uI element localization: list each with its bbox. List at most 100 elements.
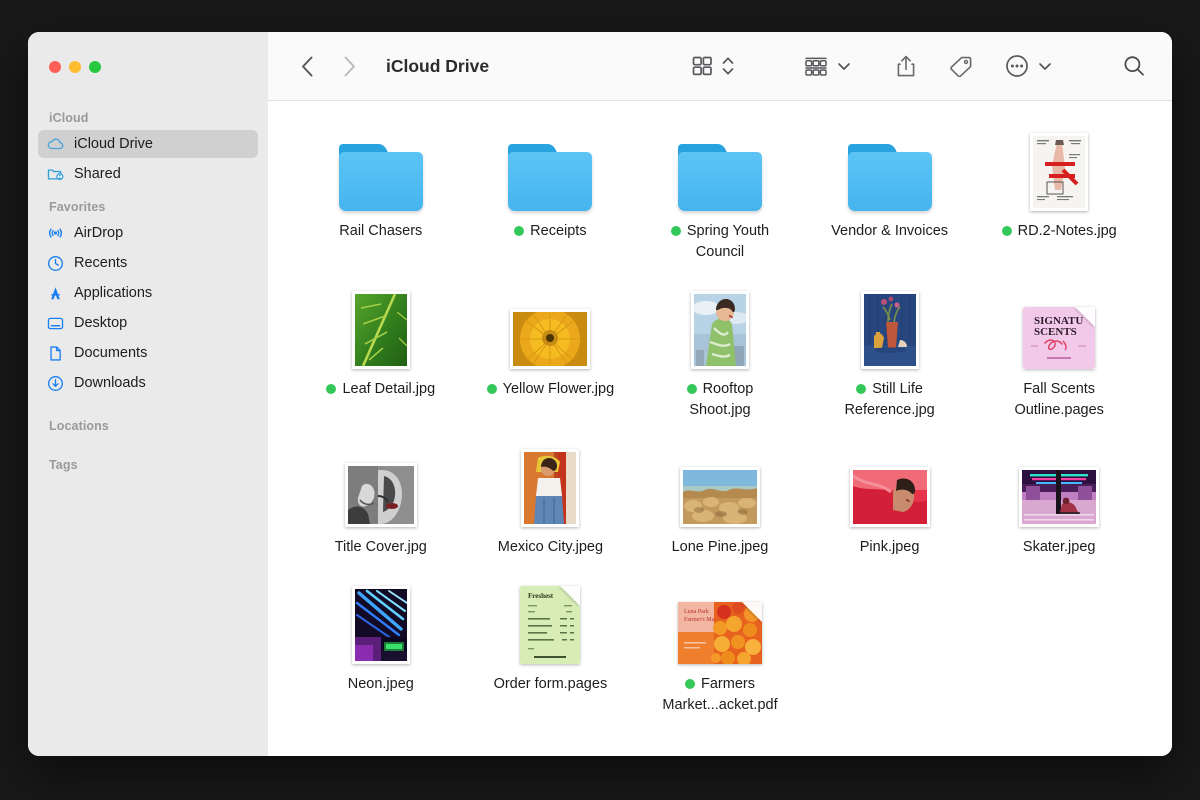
thumbnail <box>677 129 762 211</box>
file-label: Neon.jpeg <box>347 676 414 692</box>
thumbnail <box>338 129 423 211</box>
file-label: Title Cover.jpg <box>334 539 427 555</box>
file-label: RD.2-Notes.jpg <box>1001 221 1117 242</box>
sidebar-item-documents[interactable]: Documents <box>38 339 258 367</box>
document-icon <box>46 344 65 363</box>
tag-dot-green <box>684 679 695 689</box>
file-item[interactable]: Receipts <box>466 123 636 263</box>
file-label: Lone Pine.jpeg <box>671 539 769 555</box>
file-item[interactable]: Spring Youth Council <box>635 123 805 263</box>
file-item[interactable]: Vendor & Invoices <box>805 123 975 263</box>
file-label: Still Life Reference.jpg <box>844 381 935 418</box>
tag-dot-green <box>514 226 525 236</box>
file-label: Spring Youth Council <box>654 221 786 263</box>
file-item[interactable]: RD.2-Notes.jpg <box>974 123 1144 263</box>
tag-dot-green <box>686 384 697 394</box>
page-title: iCloud Drive <box>386 55 490 76</box>
image-thumbnail-stilllife <box>860 291 919 369</box>
thumbnail <box>847 129 932 211</box>
toolbar: iCloud Drive <box>268 32 1172 101</box>
close-button[interactable] <box>49 60 61 73</box>
sidebar-item-label: Downloads <box>74 375 146 391</box>
thumbnail <box>351 582 410 664</box>
sidebar-item-icloud-drive[interactable]: iCloud Drive <box>38 130 258 158</box>
file-item[interactable]: Rooftop Shoot.jpg <box>635 281 805 421</box>
forward-button[interactable] <box>336 51 362 81</box>
image-thumbnail-neon <box>351 586 410 664</box>
file-item[interactable]: Leaf Detail.jpg <box>296 281 466 421</box>
group-by-chevron-down-icon[interactable] <box>837 59 851 73</box>
pdf-document-icon: Luna Park Farmer's Market <box>677 602 762 666</box>
sidebar-item-recents[interactable]: Recents <box>38 249 258 277</box>
view-mode-control[interactable] <box>687 49 734 83</box>
file-item[interactable]: Lone Pine.jpeg <box>635 439 805 558</box>
file-item[interactable]: SIGNATU SCENTS Fall Scents Outline.pages <box>974 281 1144 421</box>
more-control[interactable] <box>1001 49 1052 83</box>
tag-icon[interactable] <box>945 49 977 83</box>
pages-document-icon: SIGNATU SCENTS <box>1023 307 1096 369</box>
more-ellipsis-icon[interactable] <box>1001 49 1033 83</box>
folder-icon <box>508 144 593 211</box>
thumbnail: SIGNATU SCENTS <box>1023 287 1096 369</box>
sidebar-item-label: Recents <box>74 255 128 271</box>
sidebar-item-airdrop[interactable]: AirDrop <box>38 219 258 247</box>
file-item[interactable]: Pink.jpeg <box>805 439 975 558</box>
file-label: Yellow Flower.jpg <box>486 379 614 400</box>
svg-text:Luna Park: Luna Park <box>684 609 709 615</box>
file-label: Order form.pages <box>493 676 608 692</box>
file-item[interactable]: Luna Park Farmer's Market Farmers Market… <box>635 576 805 716</box>
file-item[interactable]: Yellow Flower.jpg <box>466 281 636 421</box>
svg-text:SCENTS: SCENTS <box>1034 326 1077 338</box>
search-icon[interactable] <box>1118 49 1150 83</box>
file-label: Skater.jpeg <box>1022 539 1096 555</box>
file-item[interactable]: Skater.jpeg <box>974 439 1144 558</box>
sidebar-item-label: Shared <box>74 166 121 182</box>
file-item[interactable]: Mexico City.jpeg <box>466 439 636 558</box>
icon-view-icon[interactable] <box>687 49 717 83</box>
thumbnail <box>1030 129 1089 211</box>
file-label: Leaf Detail.jpg <box>326 379 435 400</box>
thumbnail <box>849 445 930 527</box>
finder-window: iCloud iCloud Drive Shared Favorites Air… <box>28 32 1172 756</box>
thumbnail <box>510 287 591 369</box>
image-thumbnail-lonepine <box>679 467 760 527</box>
file-item[interactable]: Still Life Reference.jpg <box>805 281 975 421</box>
back-button[interactable] <box>294 51 320 81</box>
pages-document-icon: Freshest <box>520 586 581 664</box>
sidebar: iCloud iCloud Drive Shared Favorites Air… <box>28 32 268 756</box>
thumbnail <box>690 287 749 369</box>
image-thumbnail-notes <box>1030 133 1089 211</box>
applications-icon <box>46 284 65 303</box>
image-thumbnail-pink <box>849 467 930 527</box>
desktop-background: iCloud iCloud Drive Shared Favorites Air… <box>0 0 1200 800</box>
sidebar-item-applications[interactable]: Applications <box>38 279 258 307</box>
thumbnail <box>508 129 593 211</box>
file-item[interactable]: Rail Chasers <box>296 123 466 263</box>
more-chevron-down-icon[interactable] <box>1038 59 1052 73</box>
sidebar-section-favorites: Favorites <box>49 200 106 214</box>
file-label: Fall Scents Outline.pages <box>1014 381 1104 418</box>
maximize-button[interactable] <box>89 60 101 73</box>
airdrop-icon <box>46 224 65 243</box>
sidebar-item-desktop[interactable]: Desktop <box>38 309 258 337</box>
view-mode-updown-chevron-icon[interactable] <box>722 54 734 78</box>
image-thumbnail-titlecover <box>344 463 417 527</box>
share-icon[interactable] <box>891 49 921 83</box>
group-by-icon[interactable] <box>800 49 832 83</box>
sidebar-section-icloud: iCloud <box>49 111 89 125</box>
file-item[interactable]: Neon.jpeg <box>296 576 466 716</box>
minimize-button[interactable] <box>69 60 81 73</box>
group-by-control[interactable] <box>800 49 851 83</box>
window-controls <box>38 32 258 101</box>
thumbnail <box>521 445 580 527</box>
image-thumbnail-rooftop <box>690 291 749 369</box>
tag-dot-green <box>856 384 867 394</box>
sidebar-item-label: Desktop <box>74 315 128 331</box>
file-browser-content[interactable]: Rail Chasers Receipts Spring Youth Counc… <box>268 101 1172 756</box>
file-item[interactable]: Title Cover.jpg <box>296 439 466 558</box>
sidebar-item-shared[interactable]: Shared <box>38 160 258 188</box>
cloud-icon <box>46 135 65 154</box>
sidebar-item-downloads[interactable]: Downloads <box>38 369 258 397</box>
image-thumbnail-flower <box>510 309 591 369</box>
file-item[interactable]: Freshest Order form.pages <box>466 576 636 716</box>
